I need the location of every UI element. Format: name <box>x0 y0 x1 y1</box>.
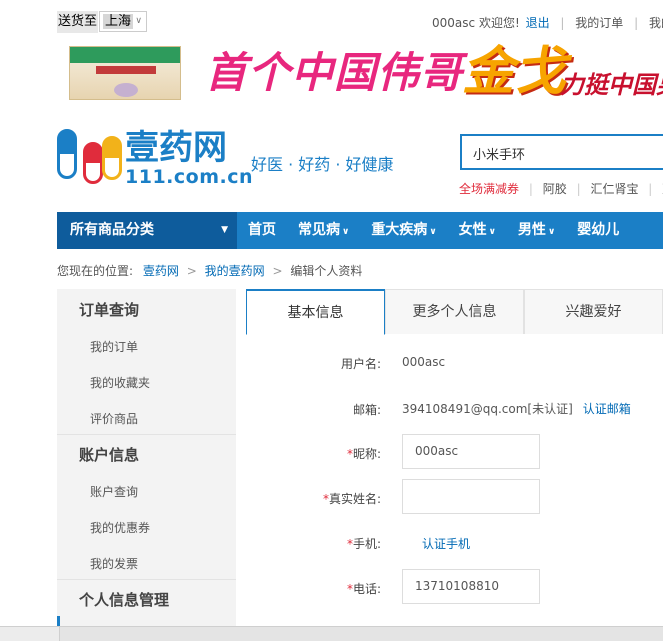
chevron-right-icon: > <box>272 264 283 278</box>
nav-item-label: 女性 <box>458 222 487 238</box>
username-text: 000asc <box>432 16 476 30</box>
sidebar-item-coupons[interactable]: 我的优惠券 <box>90 519 150 536</box>
tab-interests[interactable]: 兴趣爱好 <box>524 289 663 334</box>
verify-email-link[interactable]: 认证邮箱 <box>583 402 631 416</box>
nickname-label: *昵称: <box>241 445 381 462</box>
bottom-status-bar <box>0 626 663 641</box>
divider: | <box>528 182 533 196</box>
hot-word-link[interactable]: 全场满减券 <box>459 182 519 196</box>
chevron-down-icon: ∨ <box>488 227 496 237</box>
sidebar-item-favorites[interactable]: 我的收藏夹 <box>90 374 150 391</box>
sidebar-item-invoices[interactable]: 我的发票 <box>90 555 138 572</box>
banner-headline: 首个中国伟哥 <box>205 48 464 97</box>
email-label: 邮箱: <box>352 403 381 417</box>
hot-search-words: 全场满减券 | 阿胶 | 汇仁肾宝 | 万艾 <box>459 180 663 197</box>
nav-item-label: 婴幼儿 <box>577 222 620 238</box>
sidebar-item-my-orders[interactable]: 我的订单 <box>90 338 138 355</box>
phone-input[interactable]: 13710108810 <box>402 569 540 604</box>
logo-pill-icon <box>102 136 122 180</box>
promo-banner[interactable]: 首个中国伟哥 金戈 力挺中国男 <box>57 42 663 104</box>
nav-item-baby[interactable]: 婴幼儿 <box>566 212 630 249</box>
chevron-down-icon: ∨ <box>429 227 437 237</box>
nav-item-home[interactable]: 首页 <box>237 212 287 249</box>
divider: | <box>648 182 653 196</box>
nav-item-label: 首页 <box>248 222 276 238</box>
ship-to-label: 送货至 <box>57 11 99 33</box>
email-value: 394108491@qq.com[未认证] <box>402 402 573 416</box>
realname-label-text: 真实姓名: <box>328 492 381 506</box>
nickname-input[interactable]: 000asc <box>402 434 540 469</box>
divider: | <box>634 16 639 30</box>
logo-domain: 111.com.cn <box>125 166 253 188</box>
banner-brand: 金戈 <box>462 42 567 102</box>
breadcrumb-item[interactable]: 我的壹药网 <box>205 264 265 278</box>
phone-label: *电话: <box>241 580 381 597</box>
welcome-text: 欢迎您! <box>478 16 520 30</box>
mobile-label-text: 手机: <box>352 537 381 551</box>
chevron-down-icon: ∨ <box>135 16 142 26</box>
nav-item-label: 重大疾病 <box>371 222 428 238</box>
breadcrumb-prefix: 您现在的位置: <box>57 264 134 278</box>
username-label: 用户名: <box>340 357 381 371</box>
realname-input[interactable] <box>402 479 540 514</box>
tab-basic-info[interactable]: 基本信息 <box>246 289 385 335</box>
city-select[interactable]: 上海 ∨ <box>99 11 147 32</box>
banner-subline: 力挺中国男 <box>560 71 663 99</box>
city-value: 上海 <box>103 14 134 29</box>
realname-label: *真实姓名: <box>241 490 381 507</box>
breadcrumb-item[interactable]: 壹药网 <box>143 264 179 278</box>
email-row: 394108491@qq.com[未认证] 认证邮箱 <box>402 400 631 417</box>
logout-link[interactable]: 退出 <box>526 16 550 30</box>
divider: | <box>576 182 581 196</box>
sidebar-item-account-query[interactable]: 账户查询 <box>90 483 138 500</box>
caret-down-icon: ▼ <box>221 225 228 235</box>
divider <box>57 579 236 580</box>
mobile-label: *手机: <box>241 535 381 552</box>
nav-items: 首页 常见病 ∨ 重大疾病 ∨ 女性 ∨ 男性 ∨ 婴幼儿 <box>237 212 630 249</box>
hot-word-link[interactable]: 阿胶 <box>543 182 567 196</box>
sidebar-heading-account: 账户信息 <box>79 446 140 464</box>
sidebar-item-reviews[interactable]: 评价商品 <box>90 410 138 427</box>
nickname-label-text: 昵称: <box>352 447 381 461</box>
chevron-right-icon: > <box>186 264 197 278</box>
my-orders-link[interactable]: 我的订单 <box>575 16 623 30</box>
divider: | <box>560 16 565 30</box>
search-input[interactable]: 小米手环 <box>460 134 663 170</box>
verify-mobile-link[interactable]: 认证手机 <box>422 535 470 552</box>
search-value: 小米手环 <box>473 148 526 163</box>
nav-item-female[interactable]: 女性 ∨ <box>448 212 507 251</box>
profile-tabs: 更多个人信息 兴趣爱好 基本信息 <box>246 289 663 335</box>
nav-item-common-diseases[interactable]: 常见病 ∨ <box>287 212 360 251</box>
logo-pill-icon <box>83 142 103 184</box>
nav-item-label: 常见病 <box>298 222 340 238</box>
logo-name: 壹药网 <box>125 128 227 168</box>
nav-item-label: 男性 <box>517 222 546 238</box>
top-user-links: 000asc 欢迎您! 退出 | 我的订单 | 我的壹 <box>432 14 663 31</box>
breadcrumb: 您现在的位置: 壹药网 > 我的壹药网 > 编辑个人资料 <box>57 262 362 279</box>
main-nav: 所有商品分类 ▼ 首页 常见病 ∨ 重大疾病 ∨ 女性 ∨ 男性 ∨ 婴幼儿 <box>57 212 663 249</box>
nav-item-major-diseases[interactable]: 重大疾病 ∨ <box>360 212 447 251</box>
tab-more-info[interactable]: 更多个人信息 <box>385 289 524 334</box>
all-categories-label: 所有商品分类 <box>70 222 154 238</box>
my-account-link[interactable]: 我的壹 <box>649 16 663 30</box>
divider <box>57 434 236 435</box>
sidebar-heading-profile: 个人信息管理 <box>79 591 170 609</box>
logo-pill-icon <box>57 129 77 179</box>
sidebar-heading-orders: 订单查询 <box>79 301 140 319</box>
username-value: 000asc <box>402 355 446 369</box>
chevron-down-icon: ∨ <box>547 227 556 237</box>
all-categories-menu[interactable]: 所有商品分类 ▼ <box>57 212 237 249</box>
phone-label-text: 电话: <box>352 582 381 596</box>
status-segment <box>0 627 60 641</box>
chevron-down-icon: ∨ <box>342 227 350 237</box>
top-bar: 送货至 上海 ∨ 000asc 欢迎您! 退出 | 我的订单 | 我的壹 <box>0 0 663 42</box>
site-logo[interactable]: 壹药网 111.com.cn <box>57 124 253 190</box>
hot-word-link[interactable]: 汇仁肾宝 <box>590 182 638 196</box>
account-sidebar: 订单查询 我的订单 我的收藏夹 评价商品 账户信息 账户查询 我的优惠券 我的发… <box>57 289 236 641</box>
nav-item-male[interactable]: 男性 ∨ <box>507 212 566 251</box>
site-slogan: 好医 · 好药 · 好健康 <box>251 155 394 174</box>
product-box-image <box>69 46 181 100</box>
breadcrumb-current: 编辑个人资料 <box>290 264 363 278</box>
